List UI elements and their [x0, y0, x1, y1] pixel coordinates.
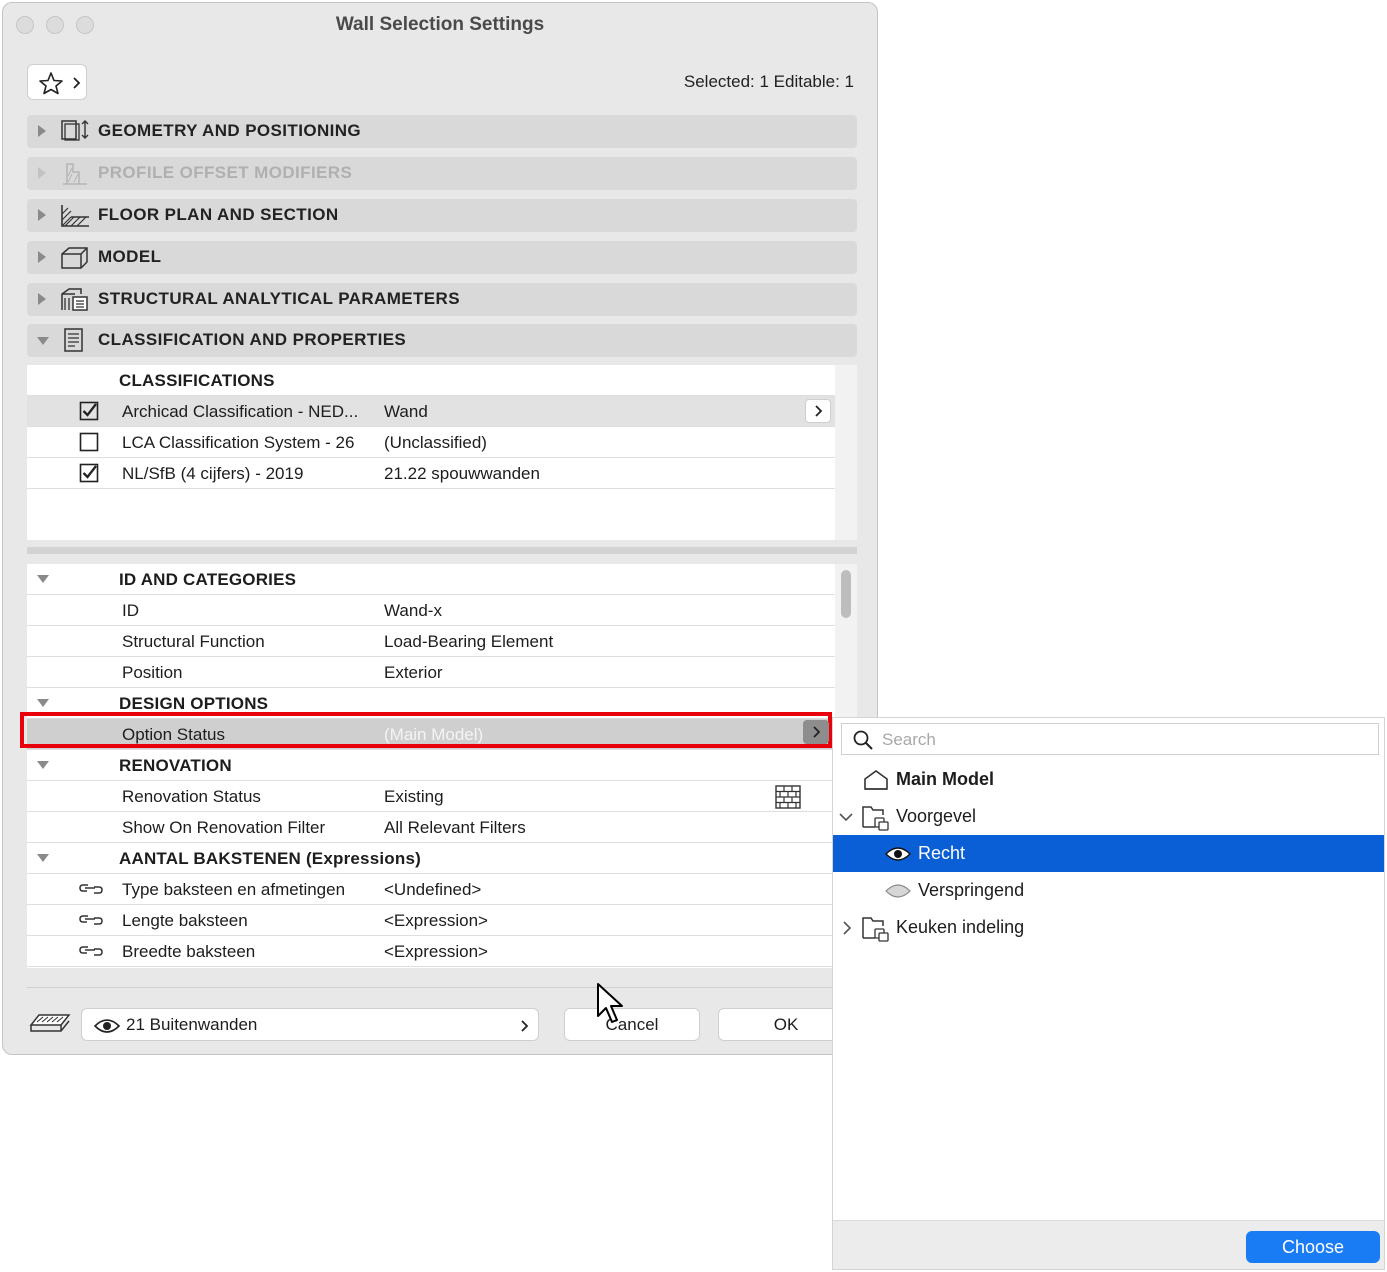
property-row-structural-function[interactable]: Structural Function Load-Bearing Element [27, 626, 835, 657]
structural-icon [59, 286, 91, 312]
triangle-down-icon [37, 853, 49, 863]
model-box-icon [59, 244, 91, 270]
property-row-brick-type[interactable]: Type baksteen en afmetingen <Undefined> [27, 874, 835, 905]
geometry-icon [59, 118, 91, 144]
layer-icon [29, 1009, 71, 1037]
house-icon [863, 769, 889, 791]
property-row-brick-length[interactable]: Lengte baksteen <Expression> [27, 905, 835, 936]
option-set-folder-icon [861, 803, 891, 831]
section-geometry-and-positioning[interactable]: GEOMETRY AND POSITIONING [27, 115, 857, 148]
section-label: FLOOR PLAN AND SECTION [98, 205, 339, 224]
triangle-down-icon [37, 336, 49, 346]
group-renovation[interactable]: RENOVATION [27, 750, 835, 781]
checkbox-checked-icon[interactable] [79, 463, 99, 483]
layer-selector[interactable]: 21 Buitenwanden [81, 1008, 539, 1041]
search-input[interactable] [880, 727, 1364, 753]
cancel-button[interactable]: Cancel [564, 1008, 700, 1041]
closed-eye-icon [885, 883, 911, 899]
classifications-header: CLASSIFICATIONS [27, 365, 835, 396]
option-status-picker-button[interactable] [803, 720, 829, 744]
option-set-folder-icon [861, 914, 891, 942]
checkbox-unchecked-icon[interactable] [79, 432, 99, 452]
section-profile-offset-modifiers: PROFILE OFFSET MODIFIERS [27, 157, 857, 190]
choose-button[interactable]: Choose [1246, 1231, 1380, 1263]
selection-info: Selected: 1 Editable: 1 [683, 72, 854, 91]
triangle-right-icon [37, 167, 47, 179]
property-row-brick-width[interactable]: Breedte baksteen <Expression> [27, 936, 835, 967]
titlebar: Wall Selection Settings [3, 3, 877, 47]
section-label: STRUCTURAL ANALYTICAL PARAMETERS [98, 289, 460, 308]
search-field[interactable] [841, 723, 1379, 755]
wall-selection-settings-dialog: Wall Selection Settings Selected: 1 Edit… [2, 2, 878, 1055]
group-id-and-categories[interactable]: ID AND CATEGORIES [27, 564, 835, 595]
section-classification-and-properties[interactable]: CLASSIFICATION AND PROPERTIES [27, 324, 857, 357]
triangle-right-icon [37, 293, 47, 305]
property-row-renovation-status[interactable]: Renovation Status Existing [27, 781, 835, 812]
property-row-renovation-filter[interactable]: Show On Renovation Filter All Relevant F… [27, 812, 835, 843]
classification-row[interactable]: LCA Classification System - 26 (Unclassi… [27, 427, 835, 458]
tree-item-verspringend[interactable]: Verspringend [833, 872, 1384, 909]
star-icon [38, 71, 64, 95]
highlight-box [20, 712, 832, 748]
footer-divider [27, 987, 857, 988]
section-label: CLASSIFICATION AND PROPERTIES [98, 330, 407, 349]
classification-row[interactable]: NL/SfB (4 cijfers) - 2019 21.22 spouwwan… [27, 458, 835, 489]
tree-item-recht-selected[interactable]: Recht [833, 835, 1384, 872]
eye-icon [885, 846, 911, 862]
property-row-position[interactable]: Position Exterior [27, 657, 835, 688]
panel-splitter[interactable] [27, 547, 857, 554]
chevron-right-icon [520, 1020, 530, 1032]
triangle-down-icon [37, 698, 49, 708]
triangle-right-icon [37, 209, 47, 221]
profile-offset-icon [59, 160, 91, 186]
property-row-id[interactable]: ID Wand-x [27, 595, 835, 626]
document-icon [59, 327, 91, 353]
group-aantal-bakstenen[interactable]: AANTAL BAKSTENEN (Expressions) [27, 843, 835, 874]
tree-item-main-model[interactable]: Main Model [833, 761, 1384, 798]
classifications-panel: CLASSIFICATIONS Archicad Classification … [27, 365, 835, 540]
link-icon [79, 943, 103, 959]
section-label: PROFILE OFFSET MODIFIERS [98, 163, 353, 182]
classifications-scrollbar[interactable] [835, 365, 857, 540]
popup-footer: Choose [833, 1220, 1384, 1269]
section-label: GEOMETRY AND POSITIONING [98, 121, 362, 140]
brick-wall-icon [774, 784, 802, 810]
window-title: Wall Selection Settings [335, 14, 545, 35]
tree-item-keuken-indeling[interactable]: Keuken indeling [833, 909, 1384, 946]
mouse-cursor-icon [596, 982, 626, 1026]
favorites-button[interactable] [27, 64, 87, 100]
classification-row[interactable]: Archicad Classification - NED... Wand [27, 396, 835, 427]
checkbox-checked-icon[interactable] [79, 401, 99, 421]
scrollbar-thumb[interactable] [841, 570, 851, 618]
section-structural-analytical-parameters[interactable]: STRUCTURAL ANALYTICAL PARAMETERS [27, 283, 857, 316]
link-icon [79, 912, 103, 928]
section-label: MODEL [98, 247, 162, 266]
section-model[interactable]: MODEL [27, 241, 857, 274]
properties-panel: ID AND CATEGORIES ID Wand-x Structural F… [27, 564, 835, 968]
chevron-down-icon[interactable] [839, 812, 853, 822]
eye-icon [94, 1018, 120, 1034]
tree-item-voorgevel[interactable]: Voorgevel [833, 798, 1384, 835]
floor-plan-icon [59, 202, 91, 228]
triangle-right-icon [37, 125, 47, 137]
design-option-popup: Main Model Voorgevel Recht Verspringend … [832, 717, 1385, 1270]
search-icon [852, 729, 874, 751]
triangle-right-icon [37, 251, 47, 263]
triangle-down-icon [37, 574, 49, 584]
triangle-down-icon [37, 760, 49, 770]
classification-picker-button[interactable] [805, 399, 831, 423]
chevron-right-icon [72, 77, 82, 89]
section-floor-plan-and-section[interactable]: FLOOR PLAN AND SECTION [27, 199, 857, 232]
chevron-right-icon[interactable] [842, 921, 852, 935]
link-icon [79, 881, 103, 897]
